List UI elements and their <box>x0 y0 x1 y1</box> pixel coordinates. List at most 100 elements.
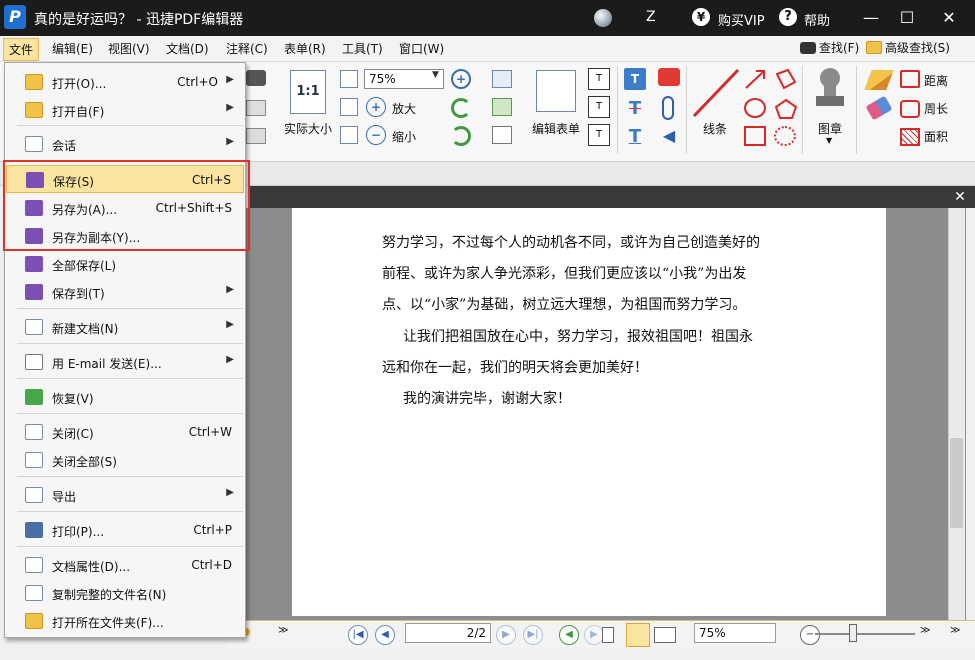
fit-width-icon[interactable] <box>340 98 358 116</box>
menu-item-save-all[interactable]: 全部保存(L) <box>6 250 244 278</box>
help-button[interactable]: 帮助 <box>804 10 830 29</box>
fit-visible-icon[interactable] <box>340 126 358 144</box>
menu-view[interactable]: 视图(V) <box>108 40 150 57</box>
zoom-out-icon[interactable]: − <box>366 125 386 145</box>
zoom-slider-knob[interactable] <box>849 624 857 642</box>
find-button[interactable]: 查找(F) <box>800 39 859 56</box>
zoom-tool-icon[interactable]: + <box>451 69 471 89</box>
close-window-button[interactable]: ✕ <box>938 7 960 29</box>
area-button[interactable]: 面积 <box>924 128 948 145</box>
page-number-input[interactable]: 2/2 <box>405 623 491 643</box>
first-page-button[interactable]: |◀ <box>348 625 368 645</box>
chevron-down-icon[interactable]: ▼ <box>826 136 832 145</box>
continuous-page-icon[interactable] <box>626 623 650 647</box>
area-icon[interactable] <box>900 128 920 146</box>
image-icon[interactable] <box>492 98 512 116</box>
page-icon[interactable] <box>246 100 266 116</box>
distance-button[interactable]: 距离 <box>924 72 948 89</box>
cloud-tool-icon[interactable] <box>774 126 796 146</box>
forward-button[interactable]: ▶ <box>584 625 604 645</box>
rectangle-tool-icon[interactable] <box>744 126 766 146</box>
pencil-icon[interactable] <box>864 70 894 90</box>
single-page-icon[interactable] <box>602 627 614 643</box>
status-zoom-select[interactable]: 75% <box>694 623 776 643</box>
menu-item-doc-properties[interactable]: 文档属性(D)... Ctrl+D <box>6 551 244 579</box>
add-text-icon[interactable] <box>492 126 512 144</box>
menu-edit[interactable]: 编辑(E) <box>52 40 93 57</box>
callout-icon[interactable]: T <box>588 124 610 146</box>
zoom-in-icon[interactable]: + <box>366 97 386 117</box>
menu-document[interactable]: 文档(D) <box>166 40 209 57</box>
scrollbar-thumb[interactable] <box>950 438 963 528</box>
user-account[interactable]: Z <box>646 9 656 25</box>
back-button[interactable]: ◀ <box>559 625 579 645</box>
chevron-down-icon[interactable]: ▼ <box>432 70 439 80</box>
next-page-button[interactable]: ▶ <box>496 625 516 645</box>
menu-file[interactable]: 文件 <box>3 38 40 61</box>
edit-form-icon[interactable] <box>536 70 576 112</box>
menu-item-send-email[interactable]: 用 E-mail 发送(E)... ▶ <box>6 348 244 376</box>
zoom-out-status-button[interactable]: − <box>800 625 820 645</box>
comment-icon[interactable] <box>658 68 680 86</box>
rotate-left-icon[interactable] <box>451 98 471 118</box>
typewriter-icon[interactable]: T <box>624 68 646 90</box>
maximize-button[interactable]: ☐ <box>896 7 918 29</box>
double-chevron-icon[interactable]: ≫ <box>920 625 930 636</box>
facing-page-icon[interactable] <box>654 627 676 643</box>
menu-item-open-from[interactable]: 打开自(F) ▶ <box>6 96 244 124</box>
menu-item-session[interactable]: 会话 ▶ <box>6 130 244 158</box>
sound-icon[interactable]: ◀ <box>658 126 680 146</box>
yen-icon[interactable]: ¥ <box>692 8 710 26</box>
polygon-tool-icon[interactable] <box>774 98 798 123</box>
edit-form-button[interactable]: 编辑表单 <box>532 120 580 137</box>
stamp-button[interactable]: 图章 <box>818 120 842 137</box>
pdf-page[interactable]: 努力学习，不过每个人的动机各不同，或许为自己创造美好的 前程、或许为家人争光添彩… <box>292 208 886 616</box>
underline-icon[interactable]: T <box>624 126 646 148</box>
rotate-right-icon[interactable] <box>451 126 471 146</box>
menu-window[interactable]: 窗口(W) <box>399 40 444 57</box>
arrow-tool-icon[interactable] <box>744 68 768 93</box>
menu-item-print[interactable]: 打印(P)... Ctrl+P <box>6 516 244 544</box>
vertical-scrollbar[interactable] <box>948 208 965 620</box>
double-chevron-icon[interactable]: ≫ <box>950 625 960 636</box>
menu-item-open-folder[interactable]: 打开所在文件夹(F)... <box>6 607 244 635</box>
polyline-tool-icon[interactable] <box>774 68 798 93</box>
actual-size-label[interactable]: 实际大小 <box>284 120 332 137</box>
page-icon[interactable] <box>246 128 266 144</box>
close-document-button[interactable]: ✕ <box>950 188 970 206</box>
menu-tools[interactable]: 工具(T) <box>342 40 383 57</box>
zoom-in-button[interactable]: 放大 <box>392 100 416 117</box>
menu-item-new-document[interactable]: 新建文档(N) ▶ <box>6 313 244 341</box>
perimeter-button[interactable]: 周长 <box>924 100 948 117</box>
lines-button[interactable]: 线条 <box>703 120 727 137</box>
fit-page-icon[interactable] <box>340 70 358 88</box>
buy-vip-button[interactable]: 购买VIP <box>718 10 765 29</box>
zoom-slider-track[interactable] <box>815 633 915 635</box>
menu-comment[interactable]: 注释(C) <box>226 40 268 57</box>
menu-item-copy-filename[interactable]: 复制完整的文件名(N) <box>6 579 244 607</box>
menu-item-export[interactable]: 导出 ▶ <box>6 481 244 509</box>
stamp-icon[interactable] <box>814 66 846 114</box>
minimize-button[interactable]: — <box>860 7 882 29</box>
menu-item-revert[interactable]: 恢复(V) <box>6 383 244 411</box>
eraser-icon[interactable] <box>865 95 893 121</box>
ellipse-tool-icon[interactable] <box>744 98 766 118</box>
zoom-out-button[interactable]: 缩小 <box>392 128 416 145</box>
last-page-button[interactable]: ▶| <box>523 625 543 645</box>
text-field-icon[interactable]: T <box>588 68 610 90</box>
snapshot-icon[interactable] <box>246 70 266 86</box>
line-tool-icon[interactable] <box>690 66 742 120</box>
advanced-find-button[interactable]: 高级查找(S) <box>866 39 950 56</box>
prev-page-button[interactable]: ◀ <box>375 625 395 645</box>
menu-form[interactable]: 表单(R) <box>284 40 326 57</box>
skin-moon-icon[interactable] <box>594 9 612 27</box>
menu-item-close-all[interactable]: 关闭全部(S) <box>6 446 244 474</box>
menu-item-open[interactable]: 打开(O)... Ctrl+O ▶ <box>6 68 244 96</box>
help-icon[interactable]: ? <box>779 8 797 26</box>
perimeter-icon[interactable] <box>900 100 920 118</box>
menu-item-save-to[interactable]: 保存到(T) ▶ <box>6 278 244 306</box>
select-text-icon[interactable] <box>492 70 512 88</box>
paperclip-icon[interactable] <box>662 96 674 120</box>
text-box-icon[interactable]: T <box>588 96 610 118</box>
actual-size-icon[interactable]: 1:1 <box>290 70 326 114</box>
